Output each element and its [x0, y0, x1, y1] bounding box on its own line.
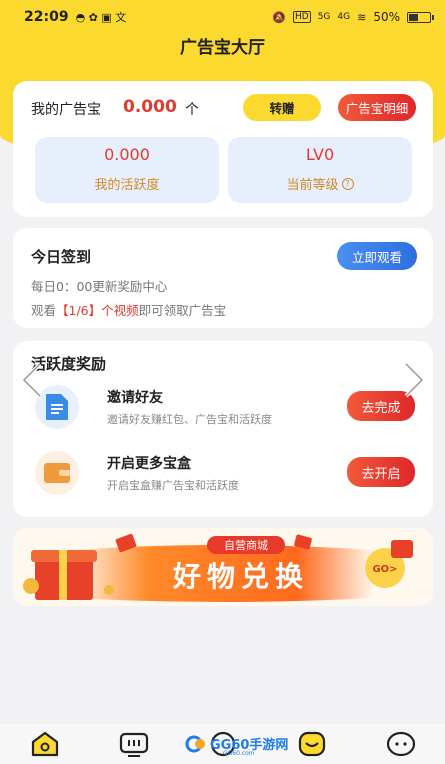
- page-title: 广告宝大厅: [180, 38, 265, 58]
- notification-icon: ◓ ✿ ▣ 文: [75, 11, 127, 24]
- exchange-banner[interactable]: 自营商城 好物兑换 GO>: [13, 528, 433, 606]
- tab-home[interactable]: [25, 726, 65, 762]
- battery-icon: [407, 11, 434, 23]
- task-desc-invite: 邀请好友赚红包、广告宝和活跃度: [107, 413, 272, 426]
- tab-face[interactable]: [292, 726, 332, 762]
- tab-tv[interactable]: [114, 726, 154, 762]
- wallet-icon: [35, 451, 79, 495]
- checkin-progress-text: 观看【1/6】个视频即可领取广告宝: [31, 303, 227, 318]
- svg-text:GO>: GO>: [372, 564, 397, 575]
- banner-artwork: 自营商城 好物兑换 GO>: [13, 528, 433, 606]
- activity-stat[interactable]: 0.000 我的活跃度: [35, 137, 219, 203]
- refresh-note: 每日0：00更新奖励中心: [31, 279, 168, 294]
- signal-4g-icon: 4G: [337, 12, 351, 22]
- wallet-detail-button[interactable]: 广告宝明细: [338, 94, 416, 121]
- mute-icon: 🔕: [272, 10, 286, 24]
- hd-icon: HD: [293, 11, 311, 23]
- wallet-card: 我的广告宝 0.000 个 转赠 广告宝明细 0.000 我的活跃度 LV0 当…: [13, 81, 433, 217]
- help-icon[interactable]: ?: [341, 177, 354, 190]
- task-desc-box: 开启宝盒赚广告宝和活跃度: [107, 479, 239, 492]
- video-progress: 【1/6】个视频: [56, 303, 139, 318]
- status-bar: 22:09 ◓ ✿ ▣ 文 🔕 HD 5G 4G ≋ 50%: [0, 0, 445, 34]
- svg-text:自营商城: 自营商城: [224, 538, 268, 552]
- level-label: 当前等级: [286, 178, 339, 193]
- home-icon: [31, 731, 58, 757]
- svg-text:好物兑换: 好物兑换: [172, 560, 309, 593]
- activity-label: 我的活跃度: [94, 178, 160, 193]
- status-time: 22:09: [24, 9, 69, 25]
- level-value: LV0: [305, 145, 335, 164]
- task-button-box[interactable]: 去开启: [347, 457, 415, 487]
- battery-percent: 50%: [373, 10, 400, 24]
- task-title-invite: 邀请好友: [107, 390, 163, 406]
- tv-icon: [119, 732, 148, 757]
- task-title-box: 开启更多宝盒: [107, 456, 191, 472]
- wallet-unit: 个: [185, 102, 199, 118]
- site-watermark: GG60手游网 GG60.com: [185, 734, 288, 757]
- profile-icon: [386, 731, 415, 757]
- signal-5g-icon: 5G: [317, 12, 331, 22]
- level-stat[interactable]: LV0 当前等级 ?: [228, 137, 412, 203]
- wallet-amount: 0.000: [123, 97, 177, 117]
- rewards-card: 活跃度奖励 邀请好友 邀请好友赚红包、广告宝和活跃度 去完成 开启更多宝盒 开启…: [13, 341, 433, 517]
- wallet-label: 我的广告宝: [31, 102, 101, 118]
- wifi-icon: ≋: [357, 10, 367, 24]
- transfer-button[interactable]: 转赠: [243, 94, 321, 121]
- watch-now-button[interactable]: 立即观看: [337, 242, 417, 270]
- watermark-logo-icon: [185, 735, 205, 752]
- chevron-right-icon[interactable]: [398, 360, 428, 400]
- chevron-left-icon[interactable]: [18, 360, 48, 400]
- checkin-card: 今日签到 立即观看 每日0：00更新奖励中心 观看【1/6】个视频即可领取广告宝: [13, 228, 433, 328]
- activity-value: 0.000: [104, 145, 150, 164]
- face-icon: [298, 731, 325, 757]
- tab-profile[interactable]: [381, 726, 421, 762]
- checkin-title: 今日签到: [31, 248, 92, 266]
